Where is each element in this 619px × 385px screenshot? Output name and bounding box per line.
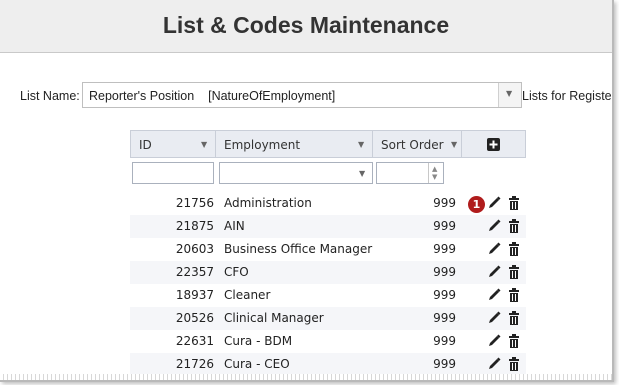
cell-id: 20603	[175, 242, 214, 256]
trash-icon[interactable]	[506, 264, 522, 280]
column-header-employment[interactable]: Employment ▼	[215, 130, 373, 158]
pin-icon[interactable]: ▼	[201, 140, 207, 149]
column-header-sort-order[interactable]: Sort Order ▼	[372, 130, 462, 158]
cell-id: 18937	[175, 288, 214, 302]
cell-sort-order: 999	[433, 242, 456, 256]
cell-id: 21726	[175, 357, 214, 371]
list-name-row: List Name: Reporter's Position [NatureOf…	[20, 82, 612, 110]
sort-order-filter-input[interactable]: ▲ ▼	[376, 162, 444, 184]
trash-icon[interactable]	[506, 241, 522, 257]
pencil-icon[interactable]	[486, 195, 502, 211]
spinner-down-icon[interactable]: ▼	[432, 174, 437, 181]
trash-icon[interactable]	[506, 356, 522, 372]
column-header-label: Sort Order	[381, 138, 444, 152]
cell-sort-order: 999	[433, 334, 456, 348]
cell-id: 21756	[175, 196, 214, 210]
cell-employment: Cura - CEO	[224, 357, 290, 371]
pencil-icon[interactable]	[486, 264, 502, 280]
callout-badge: 1	[468, 196, 485, 213]
cell-employment: Clinical Manager	[224, 311, 324, 325]
column-header-label: Employment	[224, 138, 301, 152]
trash-icon[interactable]	[506, 287, 522, 303]
id-filter-input[interactable]	[132, 162, 214, 184]
filter-row: ▼ ▲ ▼	[130, 158, 526, 188]
cell-employment: AIN	[224, 219, 245, 233]
cell-employment: Administration	[224, 196, 312, 210]
title-bar: List & Codes Maintenance	[0, 0, 612, 53]
spinner-up-icon[interactable]: ▲	[432, 166, 437, 173]
cell-id: 20526	[175, 311, 214, 325]
lists-for-register-label[interactable]: Lists for Register	[522, 89, 612, 103]
employment-filter-input[interactable]: ▼	[219, 162, 373, 184]
column-header-label: ID	[139, 138, 152, 152]
cell-id: 21875	[175, 219, 214, 233]
plus-square-icon[interactable]	[487, 138, 500, 151]
cell-sort-order: 999	[433, 196, 456, 210]
pencil-icon[interactable]	[486, 241, 502, 257]
cell-sort-order: 999	[433, 219, 456, 233]
cell-sort-order: 999	[433, 288, 456, 302]
cell-employment: CFO	[224, 265, 249, 279]
table-row[interactable]: 20526 Clinical Manager 999	[130, 307, 526, 331]
pencil-icon[interactable]	[486, 287, 502, 303]
trash-icon[interactable]	[506, 218, 522, 234]
pencil-icon[interactable]	[486, 356, 502, 372]
list-name-select[interactable]: Reporter's Position [NatureOfEmployment]…	[82, 82, 522, 108]
table-row[interactable]: 22357 CFO 999	[130, 261, 526, 285]
chevron-down-icon: ▼	[506, 89, 513, 98]
pencil-icon[interactable]	[486, 218, 502, 234]
list-name-label: List Name:	[20, 89, 80, 103]
cell-sort-order: 999	[433, 265, 456, 279]
maintenance-window: List & Codes Maintenance List Name: Repo…	[0, 0, 614, 382]
column-header-id[interactable]: ID ▼	[130, 130, 216, 158]
add-column-header	[461, 130, 526, 158]
list-dropdown-button[interactable]: ▼	[498, 83, 521, 107]
table-row[interactable]: 21756 Administration 999 1	[130, 192, 526, 216]
pin-icon[interactable]: ▼	[358, 140, 364, 149]
sort-order-spinner[interactable]: ▲ ▼	[428, 163, 443, 183]
trash-icon[interactable]	[506, 310, 522, 326]
cell-id: 22631	[175, 334, 214, 348]
cell-employment: Cleaner	[224, 288, 271, 302]
table-row[interactable]: 21875 AIN 999	[130, 215, 526, 239]
pin-icon[interactable]: ▼	[451, 140, 457, 149]
table-row[interactable]: 20603 Business Office Manager 999	[130, 238, 526, 262]
cell-employment: Cura - BDM	[224, 334, 293, 348]
table-row[interactable]: 18937 Cleaner 999	[130, 284, 526, 308]
table-row[interactable]: 22631 Cura - BDM 999	[130, 330, 526, 354]
pencil-icon[interactable]	[486, 310, 502, 326]
list-name-value: Reporter's Position [NatureOfEmployment]	[89, 89, 336, 103]
trash-icon[interactable]	[506, 195, 522, 211]
cell-id: 22357	[175, 265, 214, 279]
pencil-icon[interactable]	[486, 333, 502, 349]
pin-icon[interactable]: ▼	[359, 169, 365, 178]
torn-edge	[0, 374, 612, 380]
cell-employment: Business Office Manager	[224, 242, 373, 256]
cell-sort-order: 999	[433, 357, 456, 371]
trash-icon[interactable]	[506, 333, 522, 349]
cell-sort-order: 999	[433, 311, 456, 325]
page-title: List & Codes Maintenance	[162, 12, 450, 38]
